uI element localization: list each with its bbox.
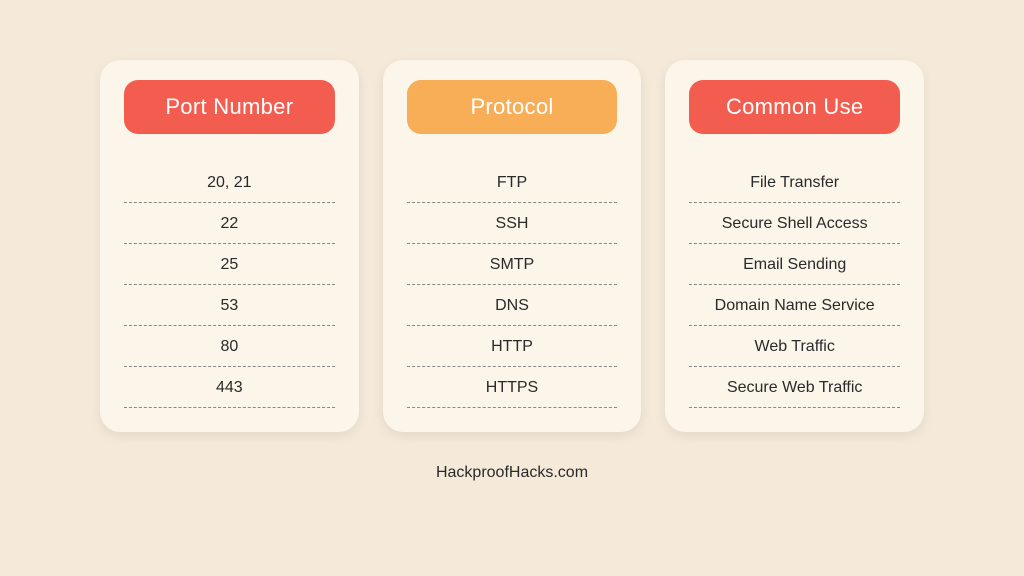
table-row: Domain Name Service [689,285,900,326]
table-row: 443 [124,367,335,408]
table-row: HTTPS [407,367,618,408]
table-row: 53 [124,285,335,326]
table-row: 25 [124,244,335,285]
table-row: Web Traffic [689,326,900,367]
port-number-card: Port Number 20, 21 22 25 53 80 443 [100,60,359,432]
port-number-header: Port Number [124,80,335,134]
columns-container: Port Number 20, 21 22 25 53 80 443 Proto… [100,60,924,432]
protocol-header: Protocol [407,80,618,134]
table-row: Email Sending [689,244,900,285]
table-row: SSH [407,203,618,244]
table-row: DNS [407,285,618,326]
table-row: Secure Web Traffic [689,367,900,408]
table-row: Secure Shell Access [689,203,900,244]
table-row: FTP [407,162,618,203]
table-row: SMTP [407,244,618,285]
protocol-card: Protocol FTP SSH SMTP DNS HTTP HTTPS [383,60,642,432]
common-use-card: Common Use File Transfer Secure Shell Ac… [665,60,924,432]
table-row: HTTP [407,326,618,367]
table-row: 22 [124,203,335,244]
common-use-header: Common Use [689,80,900,134]
footer-credit: HackproofHacks.com [436,464,588,482]
table-row: 80 [124,326,335,367]
table-row: 20, 21 [124,162,335,203]
table-row: File Transfer [689,162,900,203]
